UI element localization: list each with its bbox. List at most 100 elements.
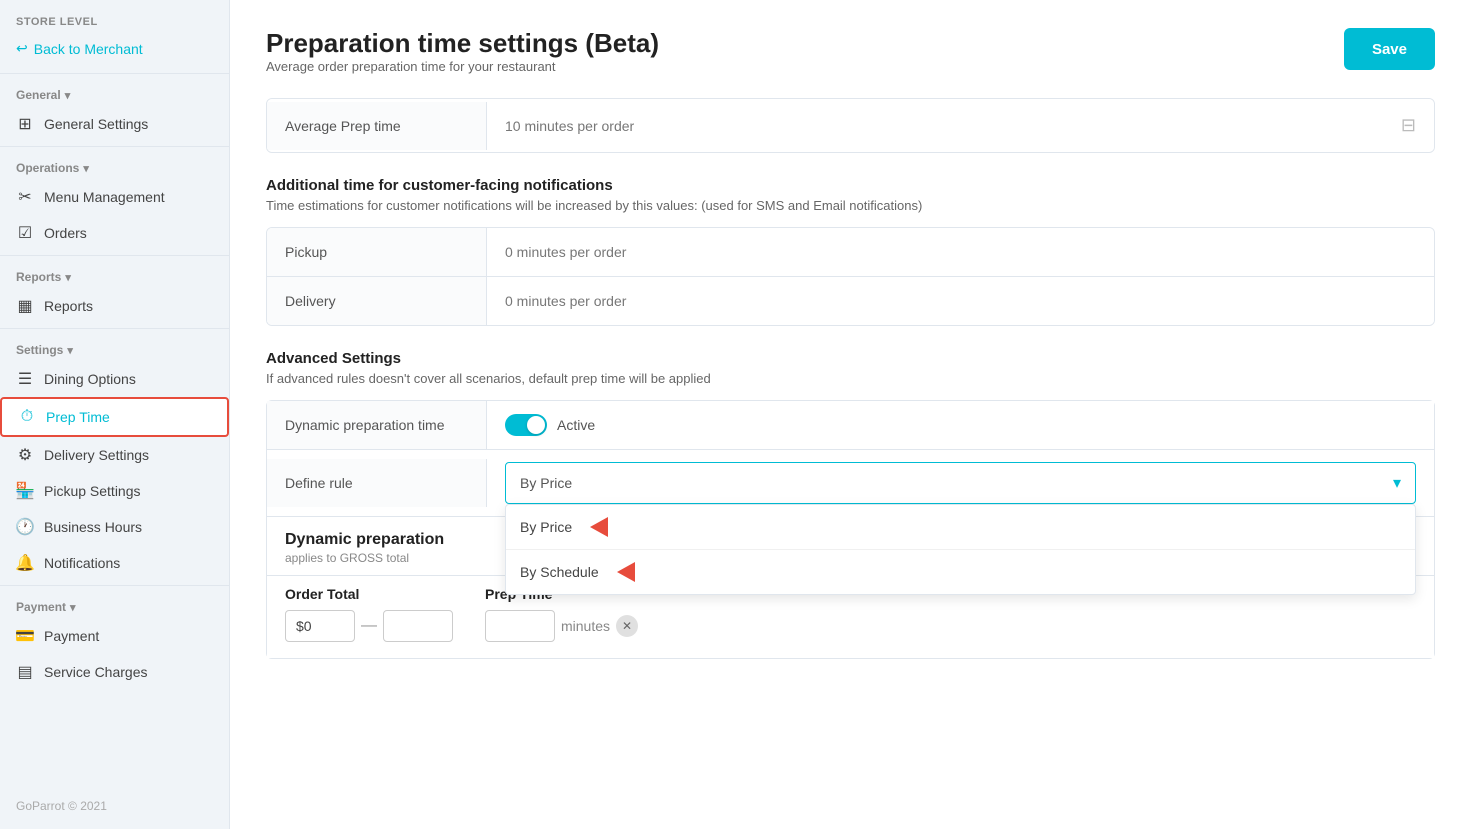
footer: GoParrot © 2021 [0,783,229,829]
additional-section-title: Additional time for customer-facing noti… [266,177,1435,194]
chevron-down-icon: ▾ [83,162,89,175]
clock-icon: ⏱ [18,408,36,426]
dynamic-prep-value: Active [487,402,1434,448]
sidebar-item-label: Service Charges [44,664,148,680]
chevron-down-icon: ▾ [65,89,71,102]
sidebar-item-dining-options[interactable]: ☰ Dining Options [0,361,229,397]
section-payment: Payment ▾ [0,590,229,618]
remove-row-button[interactable]: ✕ [616,615,638,637]
dropdown-selected-text: By Price [520,475,572,491]
sidebar-item-label: Pickup Settings [44,483,141,499]
payment-icon: 💳 [16,627,34,645]
active-label: Active [557,417,595,433]
table-icon: ▤ [16,663,34,681]
sidebar-item-prep-time[interactable]: ⏱ Prep Time [0,397,229,437]
sidebar-item-notifications[interactable]: 🔔 Notifications [0,545,229,581]
define-rule-dropdown[interactable]: By Price ▾ By Price By Schedule [505,462,1416,504]
sidebar-item-reports[interactable]: ▦ Reports [0,288,229,324]
dropdown-option-by-schedule[interactable]: By Schedule [506,550,1415,594]
sidebar-item-menu-management[interactable]: ✂ Menu Management [0,179,229,215]
page-subtitle: Average order preparation time for your … [266,59,659,74]
avg-prep-row: Average Prep time 10 minutes per order ⊟ [267,99,1434,152]
dropdown-selected[interactable]: By Price ▾ [505,462,1416,504]
sidebar: Store Level ↩ Back to Merchant General ▾… [0,0,230,829]
section-reports: Reports ▾ [0,260,229,288]
additional-section-desc: Time estimations for customer notificati… [266,198,1435,213]
avg-prep-label: Average Prep time [267,102,487,150]
dollar-input[interactable] [285,610,355,642]
avg-prep-value-text: 10 minutes per order [505,118,634,134]
delivery-value-text: 0 minutes per order [505,293,626,309]
sidebar-item-payment[interactable]: 💳 Payment [0,618,229,654]
checkbox-icon: ☑ [16,224,34,242]
section-general: General ▾ [0,78,229,106]
sidebar-item-label: General Settings [44,116,148,132]
section-operations-label: Operations [16,161,79,175]
section-settings-label: Settings [16,343,63,357]
dynamic-prep-label: Dynamic preparation time [267,401,487,449]
pickup-row: Pickup 0 minutes per order [267,228,1434,277]
advanced-table: Dynamic preparation time Active Define r… [266,400,1435,659]
sidebar-item-service-charges[interactable]: ▤ Service Charges [0,654,229,690]
edit-icon[interactable]: ⊟ [1401,115,1416,136]
pickup-value: 0 minutes per order [487,228,1434,276]
define-rule-label: Define rule [267,459,487,507]
list-icon: ☰ [16,370,34,388]
minutes-label: minutes [561,618,610,634]
section-operations: Operations ▾ [0,151,229,179]
pickup-value-text: 0 minutes per order [505,244,626,260]
sidebar-item-delivery-settings[interactable]: ⚙ Delivery Settings [0,437,229,473]
avg-prep-value: 10 minutes per order ⊟ [487,99,1434,152]
bell-icon: 🔔 [16,554,34,572]
scissors-icon: ✂ [16,188,34,206]
save-button[interactable]: Save [1344,28,1435,70]
dropdown-option-by-price[interactable]: By Price [506,505,1415,550]
pickup-label: Pickup [267,228,487,276]
sidebar-item-label: Business Hours [44,519,142,535]
hours-icon: 🕐 [16,518,34,536]
sidebar-item-orders[interactable]: ☑ Orders [0,215,229,251]
sidebar-item-general-settings[interactable]: ⊞ General Settings [0,106,229,142]
main-content: Preparation time settings (Beta) Average… [230,0,1471,829]
back-to-merchant[interactable]: ↩ Back to Merchant [0,32,229,69]
sidebar-item-label: Notifications [44,555,120,571]
sidebar-item-label: Menu Management [44,189,165,205]
grid-icon: ⊞ [16,115,34,133]
arrow-by-price [590,517,608,537]
delivery-row: Delivery 0 minutes per order [267,277,1434,325]
chevron-down-icon: ▾ [70,601,76,614]
section-reports-label: Reports [16,270,61,284]
chevron-down-icon: ▾ [65,271,71,284]
chevron-down-icon: ▾ [67,344,73,357]
back-arrow-icon: ↩ [16,40,28,57]
sidebar-item-label: Delivery Settings [44,447,149,463]
avg-prep-table: Average Prep time 10 minutes per order ⊟ [266,98,1435,153]
dropdown-option-text: By Schedule [520,564,599,580]
sidebar-item-label: Reports [44,298,93,314]
dash-separator: — [361,617,377,635]
sidebar-item-business-hours[interactable]: 🕐 Business Hours [0,509,229,545]
page-header: Preparation time settings (Beta) Average… [266,28,659,92]
sidebar-item-pickup-settings[interactable]: 🏪 Pickup Settings [0,473,229,509]
dynamic-prep-toggle[interactable] [505,414,547,436]
section-general-label: General [16,88,61,102]
prep-time-input-group: minutes ✕ [485,610,638,642]
section-settings: Settings ▾ [0,333,229,361]
dropdown-menu: By Price By Schedule [505,504,1416,595]
order-total-col: Order Total — [285,586,453,642]
store-level-label: Store Level [0,0,229,32]
notification-table: Pickup 0 minutes per order Delivery 0 mi… [266,227,1435,326]
range-input[interactable] [383,610,453,642]
page-title: Preparation time settings (Beta) [266,28,659,59]
minutes-input[interactable] [485,610,555,642]
define-rule-row: Define rule By Price ▾ By Price [267,450,1434,517]
chart-icon: ▦ [16,297,34,315]
advanced-section-desc: If advanced rules doesn't cover all scen… [266,371,1435,386]
define-rule-value: By Price ▾ By Price By Schedule [487,450,1434,516]
advanced-section-title: Advanced Settings [266,350,1435,367]
delivery-icon: ⚙ [16,446,34,464]
section-payment-label: Payment [16,600,66,614]
sidebar-item-label: Orders [44,225,87,241]
delivery-label: Delivery [267,277,487,325]
dropdown-option-text: By Price [520,519,572,535]
